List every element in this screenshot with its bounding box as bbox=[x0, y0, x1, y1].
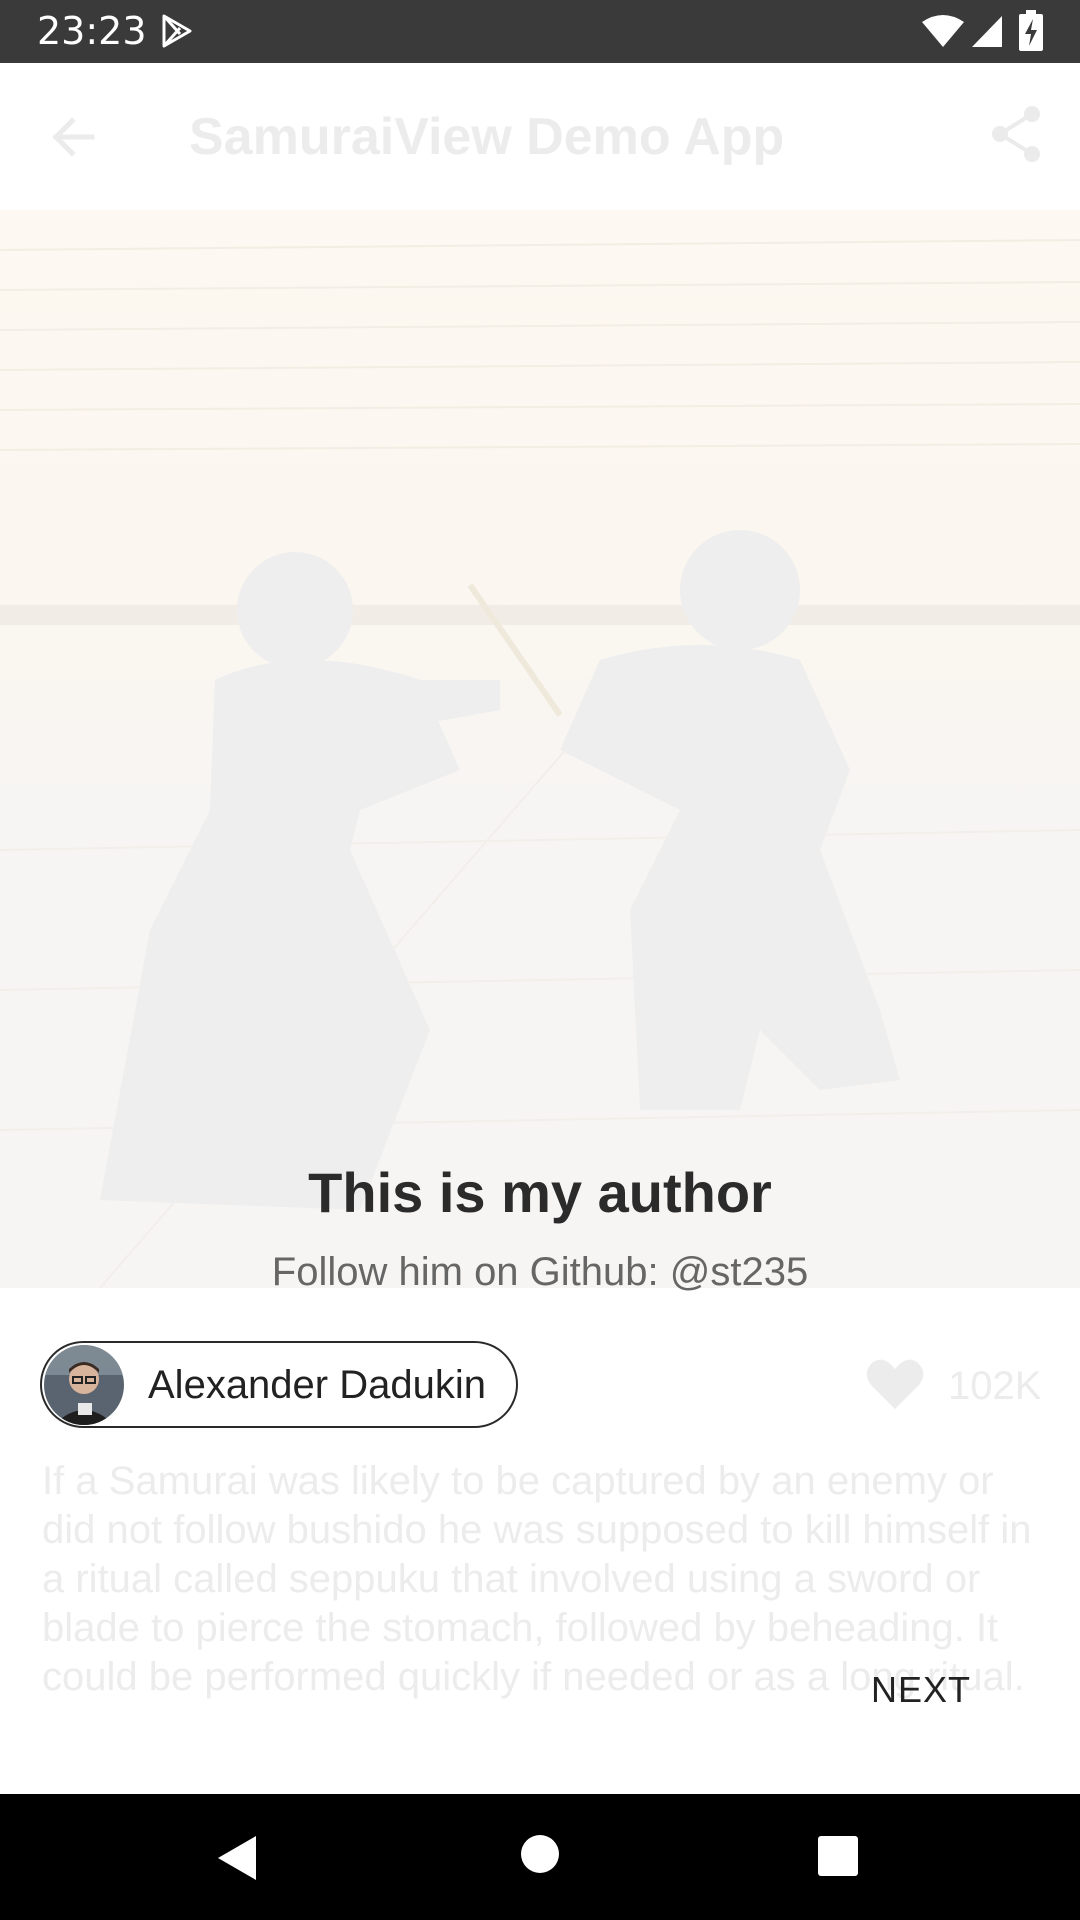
next-button[interactable]: NEXT bbox=[860, 1665, 982, 1715]
navigation-bar bbox=[0, 1794, 1080, 1920]
nav-back-icon[interactable] bbox=[214, 1834, 260, 1882]
app-title: SamuraiView Demo App bbox=[189, 108, 785, 166]
heart-icon[interactable] bbox=[866, 1357, 924, 1411]
arrow-back-icon[interactable] bbox=[48, 111, 100, 163]
avatar-photo bbox=[44, 1345, 124, 1425]
signal-icon bbox=[972, 16, 1002, 47]
likes-count: 102K bbox=[948, 1364, 1042, 1408]
onboarding-title: This is my author bbox=[308, 1161, 772, 1224]
author-name: Alexander Dadukin bbox=[148, 1363, 486, 1407]
avatar bbox=[44, 1345, 124, 1425]
onboarding-subtitle: Follow him on Github: @st235 bbox=[271, 1250, 809, 1294]
wifi-icon bbox=[922, 15, 964, 47]
nav-recents-icon[interactable] bbox=[818, 1836, 858, 1876]
status-time: 23:23 bbox=[37, 9, 147, 53]
app-bar: SamuraiView Demo App bbox=[0, 63, 1080, 210]
status-bar: 23:23 bbox=[0, 0, 1080, 63]
battery-charging-icon bbox=[1019, 10, 1043, 51]
nav-home-icon[interactable] bbox=[520, 1834, 560, 1874]
hero-image bbox=[0, 210, 1080, 1288]
author-chip[interactable]: Alexander Dadukin bbox=[40, 1341, 518, 1428]
share-icon[interactable] bbox=[990, 105, 1042, 163]
kendo-photo bbox=[0, 239, 1080, 1288]
play-store-icon bbox=[162, 14, 192, 48]
